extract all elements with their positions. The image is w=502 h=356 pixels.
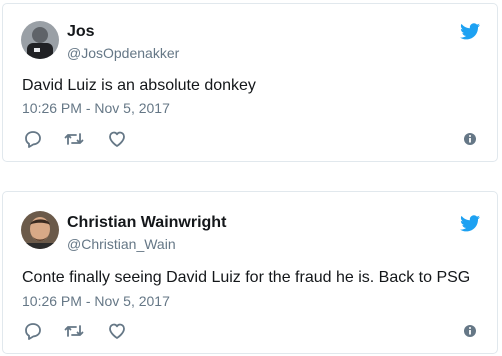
avatar[interactable] (21, 21, 59, 59)
info-icon[interactable] (463, 132, 477, 146)
twitter-bird-icon[interactable] (460, 23, 480, 40)
info-icon[interactable] (463, 324, 477, 338)
retweet-icon[interactable] (64, 321, 84, 341)
like-icon[interactable] (107, 129, 127, 149)
display-name[interactable]: Christian Wainwright (67, 214, 226, 232)
retweet-icon[interactable] (64, 129, 84, 149)
user-handle[interactable]: @Christian_Wain (67, 236, 176, 252)
timestamp[interactable]: 10:26 PM - Nov 5, 2017 (22, 293, 170, 309)
like-icon[interactable] (107, 321, 127, 341)
user-handle[interactable]: @JosOpdenakker (67, 45, 179, 61)
tweet-text: Conte finally seeing David Luiz for the … (22, 269, 471, 286)
reply-icon[interactable] (23, 129, 43, 149)
tweet-card[interactable]: Jos @JosOpdenakker David Luiz is an abso… (2, 3, 498, 162)
avatar[interactable] (21, 211, 59, 249)
timestamp[interactable]: 10:26 PM - Nov 5, 2017 (22, 100, 170, 116)
tweet-text: David Luiz is an absolute donkey (22, 77, 256, 94)
tweet-card[interactable]: Christian Wainwright @Christian_Wain Con… (2, 191, 498, 354)
display-name[interactable]: Jos (67, 23, 95, 41)
twitter-bird-icon[interactable] (460, 215, 480, 232)
reply-icon[interactable] (23, 321, 43, 341)
